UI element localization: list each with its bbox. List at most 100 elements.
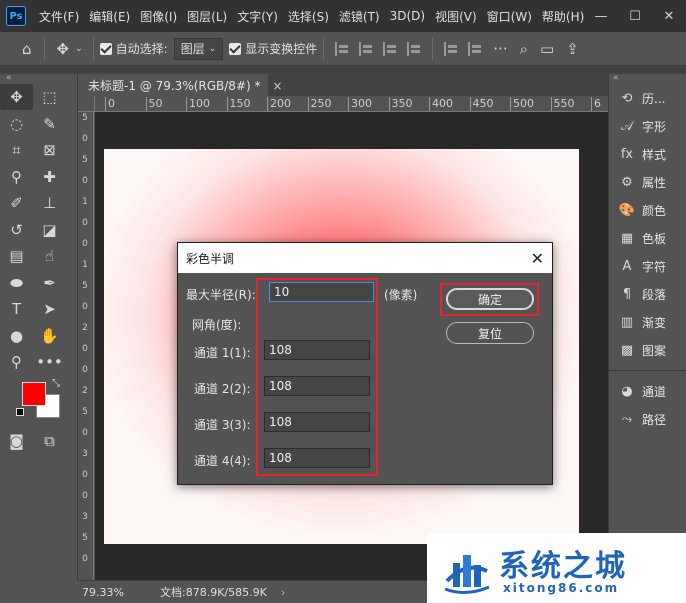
align-right-icon[interactable] <box>383 41 397 56</box>
show-transform-checkbox[interactable] <box>229 42 242 55</box>
panel-item-character[interactable]: A 字符 <box>609 252 686 280</box>
close-icon[interactable]: × <box>272 79 282 93</box>
history-brush-tool-icon[interactable]: ↺ <box>0 217 33 243</box>
marquee-tool-icon[interactable]: ⬚ <box>33 84 66 110</box>
eraser-tool-icon[interactable]: ◪ <box>33 217 66 243</box>
menu-window[interactable]: 窗口(W) <box>482 8 537 25</box>
quick-mask-icon[interactable]: ◙ <box>0 428 33 454</box>
maximize-button[interactable]: ☐ <box>618 0 652 32</box>
eyedropper-tool-icon[interactable]: ⚲ <box>0 164 33 190</box>
menu-filter[interactable]: 滤镜(T) <box>334 8 385 25</box>
healing-brush-tool-icon[interactable]: ✚ <box>33 164 66 190</box>
menu-image[interactable]: 图像(I) <box>135 8 182 25</box>
chevron-down-icon[interactable]: ⌄ <box>75 44 87 54</box>
path-select-tool-icon[interactable]: ➤ <box>33 296 66 322</box>
pen-tool-icon[interactable]: ✒ <box>33 270 66 296</box>
ruler-origin[interactable] <box>78 96 95 112</box>
color-halftone-dialog: 彩色半调 ✕ 最大半径(R): (像素) 网角(度): 通道 1(1): 通道 … <box>177 242 553 485</box>
distribute-icon[interactable] <box>407 41 421 56</box>
foreground-color-swatch[interactable] <box>22 381 46 406</box>
share-icon[interactable]: ⇪ <box>560 40 585 58</box>
panel-item-gradient[interactable]: ▥ 渐变 <box>609 308 686 336</box>
zoom-tool-icon[interactable]: ⚲ <box>0 349 33 375</box>
type-tool-icon[interactable]: T <box>0 296 33 322</box>
more-options-icon[interactable]: ··· <box>487 40 513 58</box>
menu-file[interactable]: 文件(F) <box>34 8 84 25</box>
more-tools-icon[interactable]: ••• <box>33 349 66 375</box>
lasso-tool-icon[interactable]: ◌ <box>0 111 33 137</box>
channel-2-input[interactable] <box>264 376 370 396</box>
menu-help[interactable]: 帮助(H) <box>537 8 589 25</box>
align-left-icon[interactable] <box>335 41 349 56</box>
panel-item-paths[interactable]: ⤳ 路径 <box>609 405 686 433</box>
panel-item-styles[interactable]: fx 样式 <box>609 140 686 168</box>
chevron-right-icon[interactable]: › <box>281 586 285 599</box>
close-icon[interactable]: ✕ <box>531 249 544 268</box>
document-tab-title: 未标题-1 @ 79.3%(RGB/8#) * <box>88 79 261 93</box>
channel-4-input[interactable] <box>264 448 370 468</box>
panel-item-swatches[interactable]: ▦ 色板 <box>609 224 686 252</box>
panel-label: 颜色 <box>642 203 667 218</box>
panel-label: 段落 <box>642 287 667 302</box>
ruler-tick-label: 400 <box>432 97 453 110</box>
auto-select-dropdown[interactable]: 图层 ⌄ <box>173 37 224 60</box>
menu-view[interactable]: 视图(V) <box>430 8 482 25</box>
menu-type[interactable]: 文字(Y) <box>232 8 283 25</box>
menu-edit[interactable]: 编辑(E) <box>84 8 135 25</box>
document-tab[interactable]: 未标题-1 @ 79.3%(RGB/8#) * × <box>78 74 282 96</box>
search-icon[interactable]: ⌕ <box>514 40 534 58</box>
channel-1-input[interactable] <box>264 340 370 360</box>
ruler-tick-label: 300 <box>351 97 372 110</box>
auto-select-checkbox[interactable] <box>99 42 112 55</box>
horizontal-ruler[interactable]: 0 50 100 150 200 250 300 350 400 450 500 550 6 <box>95 96 608 112</box>
align-middle-icon[interactable] <box>468 41 482 56</box>
blur-tool-icon[interactable]: ☝ <box>33 243 66 269</box>
stamp-tool-icon[interactable]: ⊥ <box>33 190 66 216</box>
crop-tool-icon[interactable]: ⌗ <box>0 137 33 163</box>
default-colors-icon[interactable] <box>16 407 24 416</box>
menu-3d[interactable]: 3D(D) <box>385 9 430 23</box>
panel-item-channels[interactable]: ◕ 通道 <box>609 377 686 405</box>
ruler-tick-label: 0 <box>82 365 88 375</box>
zoom-level[interactable]: 79.33% <box>78 586 154 599</box>
document-tab-bar: 未标题-1 @ 79.3%(RGB/8#) * × <box>78 66 608 96</box>
panel-item-paragraph[interactable]: ¶ 段落 <box>609 280 686 308</box>
panel-item-history[interactable]: ⟲ 历... <box>609 84 686 112</box>
ruler-tick-label: 550 <box>553 97 575 110</box>
panel-item-glyphs[interactable]: 𝒜 字形 <box>609 112 686 140</box>
show-transform-label: 显示变换控件 <box>245 42 318 56</box>
pattern-icon: ▩ <box>620 342 634 358</box>
ellipse-tool-icon[interactable]: ● <box>0 323 33 349</box>
quick-select-tool-icon[interactable]: ✎ <box>33 111 66 137</box>
ruler-tick-label: 5 <box>82 281 88 291</box>
panel-item-color-palette[interactable]: 🎨 颜色 <box>609 196 686 224</box>
align-top-icon[interactable] <box>444 41 458 56</box>
gradient-tool-icon[interactable]: ▤ <box>0 243 33 269</box>
reset-button[interactable]: 复位 <box>446 322 534 344</box>
align-center-icon[interactable] <box>359 41 373 56</box>
panel-item-pattern[interactable]: ▩ 图案 <box>609 336 686 364</box>
home-icon[interactable]: ⌂ <box>0 40 38 58</box>
vertical-ruler[interactable]: 5 0 5 0 1 0 0 1 5 0 2 0 0 2 5 0 3 0 0 3 5 0 <box>78 112 94 580</box>
brush-tool-icon[interactable]: ✐ <box>0 190 33 216</box>
move-tool-icon[interactable]: ✥ <box>0 84 33 111</box>
move-tool-icon[interactable]: ✥ <box>51 40 76 58</box>
screen-mode-icon[interactable]: ⧉ <box>33 428 66 454</box>
hand-tool-icon[interactable]: ✋ <box>33 323 66 349</box>
collapse-icon[interactable]: « <box>609 74 686 84</box>
swap-colors-icon[interactable]: ⤡ <box>52 378 60 389</box>
ruler-tick <box>226 97 228 111</box>
channel-4-label: 通道 4(4): <box>194 454 251 468</box>
workspace-icon[interactable]: ▭ <box>534 40 560 58</box>
menu-layer[interactable]: 图层(L) <box>182 8 232 25</box>
collapse-icon[interactable]: « <box>0 74 77 84</box>
max-radius-input[interactable] <box>269 282 374 302</box>
minimize-button[interactable]: — <box>584 0 618 32</box>
dodge-tool-icon[interactable]: ⬬ <box>0 270 33 296</box>
panel-item-properties[interactable]: ⚙ 属性 <box>609 168 686 196</box>
menu-select[interactable]: 选择(S) <box>283 8 334 25</box>
channel-3-input[interactable] <box>264 412 370 432</box>
close-window-button[interactable]: ✕ <box>652 0 686 32</box>
frame-tool-icon[interactable]: ⊠ <box>33 137 66 163</box>
ok-button[interactable]: 确定 <box>446 288 534 310</box>
